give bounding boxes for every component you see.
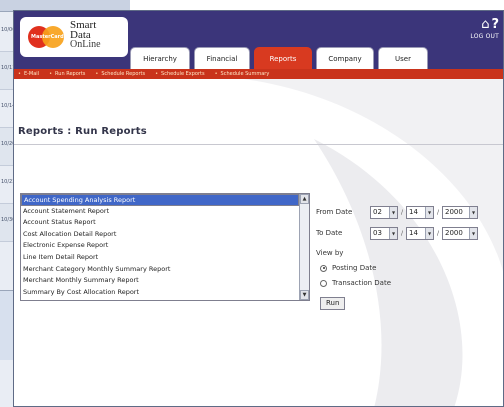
to-month-value: 03: [373, 228, 382, 237]
from-month-select[interactable]: 02 ▼: [370, 205, 398, 219]
view-by-label: View by: [316, 249, 344, 257]
page-title: Reports : Run Reports: [18, 126, 147, 137]
main-tabs: Hierarchy Financial Reports Company User: [130, 47, 432, 69]
list-item[interactable]: Summary By Cost Allocation Report: [21, 287, 299, 299]
from-year-select[interactable]: 2000 ▼: [442, 205, 478, 219]
brand-line-online: OnLine: [70, 39, 101, 50]
to-year-value: 2000: [445, 228, 463, 237]
chevron-down-icon: ▼: [389, 227, 397, 239]
tab-financial[interactable]: Financial: [194, 47, 250, 69]
posting-date-label: Posting Date: [332, 264, 377, 272]
to-date-row: To Date 03 ▼ / 14 ▼ / 2000 ▼: [316, 226, 478, 240]
title-divider: [14, 144, 503, 145]
posting-date-option[interactable]: Posting Date: [320, 262, 376, 274]
tab-user[interactable]: User: [378, 47, 428, 69]
run-button[interactable]: Run: [320, 297, 346, 310]
to-date-label: To Date: [316, 229, 343, 237]
scroll-down-icon[interactable]: ▼: [300, 290, 309, 300]
from-year-value: 2000: [445, 207, 463, 216]
chevron-down-icon: ▼: [425, 206, 433, 218]
tab-reports[interactable]: Reports: [254, 47, 312, 69]
list-item[interactable]: Account Spending Analysis Report: [21, 194, 299, 206]
home-icon[interactable]: ⌂: [481, 18, 489, 32]
list-item[interactable]: Cost Allocation Detail Report: [21, 229, 299, 241]
transaction-date-radio[interactable]: [320, 279, 327, 287]
tab-hierarchy[interactable]: Hierarchy: [130, 47, 190, 69]
mastercard-logo-icon: MasterCard: [28, 26, 64, 48]
to-day-value: 14: [409, 228, 418, 237]
brand-name: Smart Data OnLine: [70, 20, 101, 50]
report-options-form: From Date 02 ▼ / 14 ▼ / 2000 ▼ To Date 03 ▼ …: [316, 193, 503, 323]
to-year-select[interactable]: 2000 ▼: [442, 226, 478, 240]
logo-mark-text: MasterCard: [31, 34, 64, 40]
list-item[interactable]: Line Item Detail Report: [21, 252, 299, 264]
main-window: MasterCard Smart Data OnLine ⌂? LOG OUT …: [13, 10, 504, 407]
listbox-scrollbar[interactable]: ▲ ▼: [299, 194, 309, 300]
list-item[interactable]: Merchant Monthly Summary Report: [21, 275, 299, 287]
from-month-value: 02: [373, 207, 382, 216]
logout-link[interactable]: LOG OUT: [470, 33, 499, 40]
report-list: Account Spending Analysis Report Account…: [21, 194, 299, 300]
from-date-label: From Date: [316, 208, 353, 216]
date-separator: /: [400, 208, 404, 216]
subnav-email[interactable]: E-Mail: [18, 71, 39, 77]
report-listbox[interactable]: Account Spending Analysis Report Account…: [20, 193, 310, 301]
date-separator: /: [436, 208, 440, 216]
sub-navigation: E-Mail Run Reports Schedule Reports Sche…: [14, 69, 503, 79]
help-icon[interactable]: ?: [491, 18, 499, 32]
list-item[interactable]: Account Status Report: [21, 217, 299, 229]
chevron-down-icon: ▼: [425, 227, 433, 239]
from-day-value: 14: [409, 207, 418, 216]
posting-date-radio[interactable]: [320, 264, 327, 272]
list-item[interactable]: Merchant Category Monthly Summary Report: [21, 264, 299, 276]
to-month-select[interactable]: 03 ▼: [370, 226, 398, 240]
subnav-schedule-reports[interactable]: Schedule Reports: [95, 71, 145, 77]
logo[interactable]: MasterCard Smart Data OnLine: [20, 17, 128, 57]
header: MasterCard Smart Data OnLine ⌂? LOG OUT …: [14, 11, 503, 79]
subnav-run-reports[interactable]: Run Reports: [49, 71, 85, 77]
subnav-schedule-exports[interactable]: Schedule Exports: [155, 71, 205, 77]
to-day-select[interactable]: 14 ▼: [406, 226, 434, 240]
date-separator: /: [436, 229, 440, 237]
from-day-select[interactable]: 14 ▼: [406, 205, 434, 219]
chevron-down-icon: ▼: [469, 227, 477, 239]
list-item[interactable]: Account Statement Report: [21, 206, 299, 218]
chevron-down-icon: ▼: [389, 206, 397, 218]
subnav-schedule-summary[interactable]: Schedule Summary: [215, 71, 270, 77]
transaction-date-option[interactable]: Transaction Date: [320, 277, 391, 289]
chevron-down-icon: ▼: [469, 206, 477, 218]
scroll-up-icon[interactable]: ▲: [300, 194, 309, 204]
transaction-date-label: Transaction Date: [332, 279, 392, 287]
date-separator: /: [400, 229, 404, 237]
from-date-row: From Date 02 ▼ / 14 ▼ / 2000 ▼: [316, 205, 478, 219]
top-links: ⌂? LOG OUT: [470, 13, 499, 41]
list-item[interactable]: Electronic Expense Report: [21, 240, 299, 252]
tab-company[interactable]: Company: [316, 47, 374, 69]
